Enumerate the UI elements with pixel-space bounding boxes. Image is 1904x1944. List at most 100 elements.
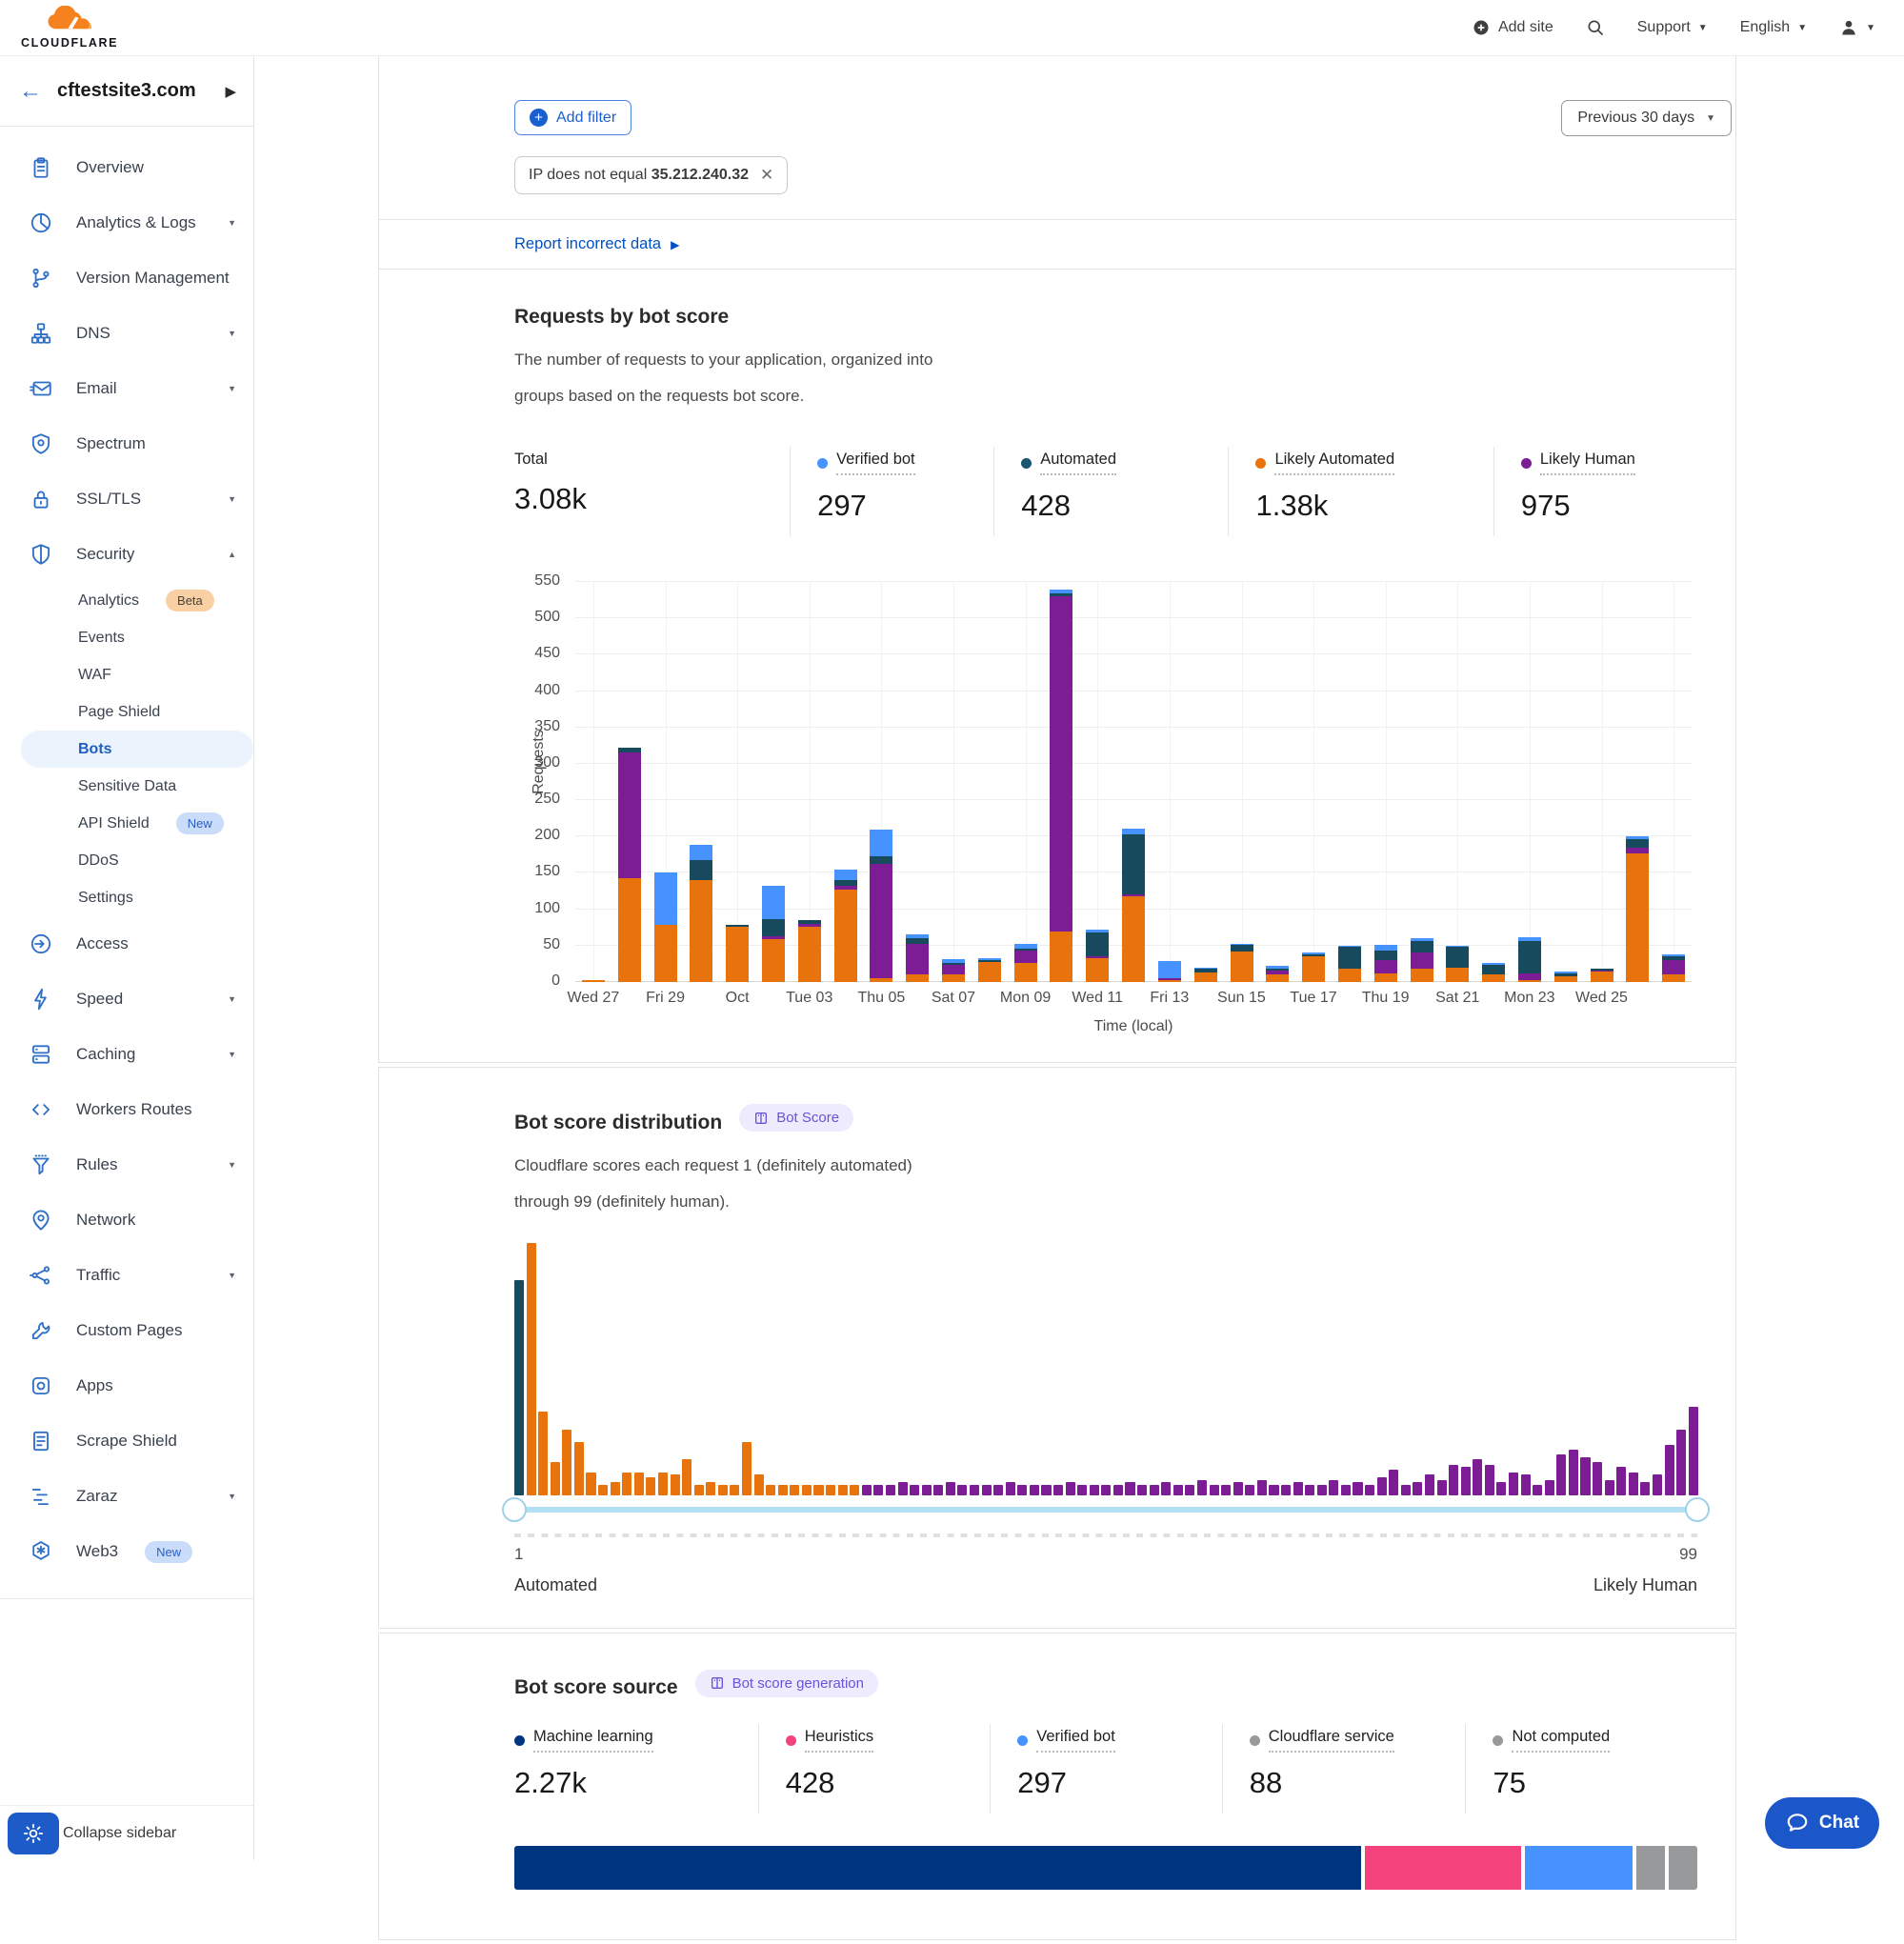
histogram-bar xyxy=(1545,1480,1554,1495)
sidebar-item-sensitive-data[interactable]: Sensitive Data xyxy=(0,768,253,805)
histogram-bar xyxy=(1449,1465,1458,1495)
histogram-bar xyxy=(802,1485,812,1495)
sidebar-item-security[interactable]: Security▲ xyxy=(0,527,253,582)
slider-handle-min[interactable] xyxy=(502,1497,527,1522)
sidebar-item-network[interactable]: Network xyxy=(0,1192,253,1248)
stat-label-text[interactable]: Automated xyxy=(1040,451,1116,475)
histogram-bar xyxy=(1689,1407,1698,1495)
bar-segment-verified-bot xyxy=(1158,961,1181,978)
sidebar-item-caching[interactable]: Caching▼ xyxy=(0,1027,253,1082)
histogram-bar xyxy=(1653,1474,1662,1494)
bar-slot xyxy=(972,582,1008,982)
sidebar-item-version-management[interactable]: Version Management xyxy=(0,251,253,306)
sidebar-item-workers-routes[interactable]: Workers Routes xyxy=(0,1082,253,1137)
v-gridline xyxy=(1097,582,1098,982)
spectrum-icon xyxy=(29,431,53,456)
sidebar-item-traffic[interactable]: Traffic▼ xyxy=(0,1248,253,1303)
sidebar-item-spectrum[interactable]: Spectrum xyxy=(0,416,253,471)
gear-icon[interactable] xyxy=(8,1813,59,1854)
sidebar-item-analytics[interactable]: AnalyticsBeta xyxy=(0,582,253,619)
stat-label-text[interactable]: Cloudflare service xyxy=(1269,1728,1394,1753)
sidebar-item-events[interactable]: Events xyxy=(0,619,253,656)
collapse-sidebar-button[interactable]: Collapse sidebar xyxy=(0,1805,253,1860)
chevron-down-icon: ▼ xyxy=(228,1160,236,1170)
histogram-bar xyxy=(1173,1485,1183,1495)
report-incorrect-data-link[interactable]: Report incorrect data ▶ xyxy=(514,235,679,253)
stat-label-text[interactable]: Verified bot xyxy=(836,451,915,475)
sidebar-item-dns[interactable]: DNS▼ xyxy=(0,306,253,361)
stat-value: 1.38k xyxy=(1255,489,1483,523)
stat-label-text[interactable]: Heuristics xyxy=(805,1728,873,1753)
stacked-bar xyxy=(1302,952,1325,982)
sidebar-item-settings[interactable]: Settings xyxy=(0,879,253,916)
site-name: cftestsite3.com xyxy=(57,80,196,102)
sidebar-item-ssl-tls[interactable]: SSL/TLS▼ xyxy=(0,471,253,527)
add-site-button[interactable]: Add site xyxy=(1472,18,1553,37)
bar-slot xyxy=(1655,582,1692,982)
histogram-bar xyxy=(1556,1454,1566,1494)
sidebar-item-api-shield[interactable]: API ShieldNew xyxy=(0,805,253,842)
account-menu[interactable]: ▼ xyxy=(1839,18,1875,37)
chevron-down-icon: ▼ xyxy=(1706,113,1715,124)
filter-chip[interactable]: IP does not equal 35.212.240.32 ✕ xyxy=(514,156,788,194)
filter-bar: + Add filter IP does not equal 35.212.24… xyxy=(379,56,1735,219)
histogram-bar xyxy=(754,1474,764,1494)
close-icon[interactable]: ✕ xyxy=(760,166,773,185)
sidebar-item-speed[interactable]: Speed▼ xyxy=(0,972,253,1027)
sidebar-item-web3[interactable]: Web3New xyxy=(0,1524,253,1579)
sidebar-item-waf[interactable]: WAF xyxy=(0,656,253,693)
sidebar-item-access[interactable]: Access xyxy=(0,916,253,972)
stat-label-text[interactable]: Likely Automated xyxy=(1274,451,1394,475)
bar-segment-automated xyxy=(1446,947,1469,967)
x-tick-label: Sat 21 xyxy=(1435,990,1479,1007)
histogram-bar xyxy=(766,1485,775,1495)
bar-segment-likely-human xyxy=(1662,960,1685,974)
search-button[interactable] xyxy=(1586,18,1605,37)
funnel-icon xyxy=(29,1152,53,1177)
stat-label-text[interactable]: Machine learning xyxy=(533,1728,653,1753)
sidebar-item-custom-pages[interactable]: Custom Pages xyxy=(0,1303,253,1358)
slider-handle-max[interactable] xyxy=(1685,1497,1710,1522)
web3-icon xyxy=(29,1539,53,1564)
chat-button[interactable]: Chat xyxy=(1765,1797,1879,1849)
stat-label-text[interactable]: Likely Human xyxy=(1540,451,1635,475)
sidebar-item-overview[interactable]: Overview xyxy=(0,140,253,195)
slider-track[interactable] xyxy=(514,1507,1697,1513)
cloudflare-logo[interactable]: CLOUDFLARE xyxy=(21,6,118,50)
x-tick-label: Wed 25 xyxy=(1575,990,1628,1007)
sidebar-item-rules[interactable]: Rules▼ xyxy=(0,1137,253,1192)
add-filter-button[interactable]: + Add filter xyxy=(514,100,631,135)
sidebar-item-label: Analytics & Logs xyxy=(76,213,196,232)
stat-label: Likely Automated xyxy=(1255,451,1394,475)
sidebar-item-page-shield[interactable]: Page Shield xyxy=(0,693,253,731)
sidebar-item-ddos[interactable]: DDoS xyxy=(0,842,253,879)
back-arrow-icon[interactable]: ← xyxy=(19,80,42,103)
histogram-bar xyxy=(1269,1485,1278,1495)
sidebar-item-scrape-shield[interactable]: Scrape Shield xyxy=(0,1413,253,1469)
sidebar-item-email[interactable]: Email▼ xyxy=(0,361,253,416)
sidebar-item-apps[interactable]: Apps xyxy=(0,1358,253,1413)
sidebar-item-analytics-logs[interactable]: Analytics & Logs▼ xyxy=(0,195,253,251)
search-icon xyxy=(1586,18,1605,37)
histogram-bar xyxy=(1341,1485,1351,1495)
bar-segment-likely-automated xyxy=(762,939,785,982)
section-title: Bot score source xyxy=(514,1676,678,1699)
score-range-slider[interactable] xyxy=(514,1497,1697,1522)
sidebar-item-bots[interactable]: Bots xyxy=(21,731,253,768)
stat-label-text[interactable]: Not computed xyxy=(1512,1728,1610,1753)
bot-score-generation-badge[interactable]: Bot score generation xyxy=(695,1670,878,1697)
site-selector[interactable]: ← cftestsite3.com ▶ xyxy=(0,56,253,127)
histogram-bar xyxy=(671,1474,680,1494)
chevron-right-icon[interactable]: ▶ xyxy=(225,83,236,100)
stat-label: Total xyxy=(514,451,548,469)
db-icon xyxy=(29,1042,53,1067)
bot-score-badge[interactable]: Bot Score xyxy=(739,1104,853,1132)
requests-chart: Requests Wed 27Fri 29OctTue 03Thu 05Sat … xyxy=(514,582,1697,1037)
stacked-bar xyxy=(1266,966,1289,982)
section-description: The number of requests to your applicati… xyxy=(514,342,1697,414)
language-menu[interactable]: English ▼ xyxy=(1740,19,1807,36)
stat-label-text[interactable]: Verified bot xyxy=(1036,1728,1115,1753)
support-menu[interactable]: Support ▼ xyxy=(1637,19,1708,36)
date-range-dropdown[interactable]: Previous 30 days ▼ xyxy=(1561,100,1732,136)
sidebar-item-zaraz[interactable]: Zaraz▼ xyxy=(0,1469,253,1524)
